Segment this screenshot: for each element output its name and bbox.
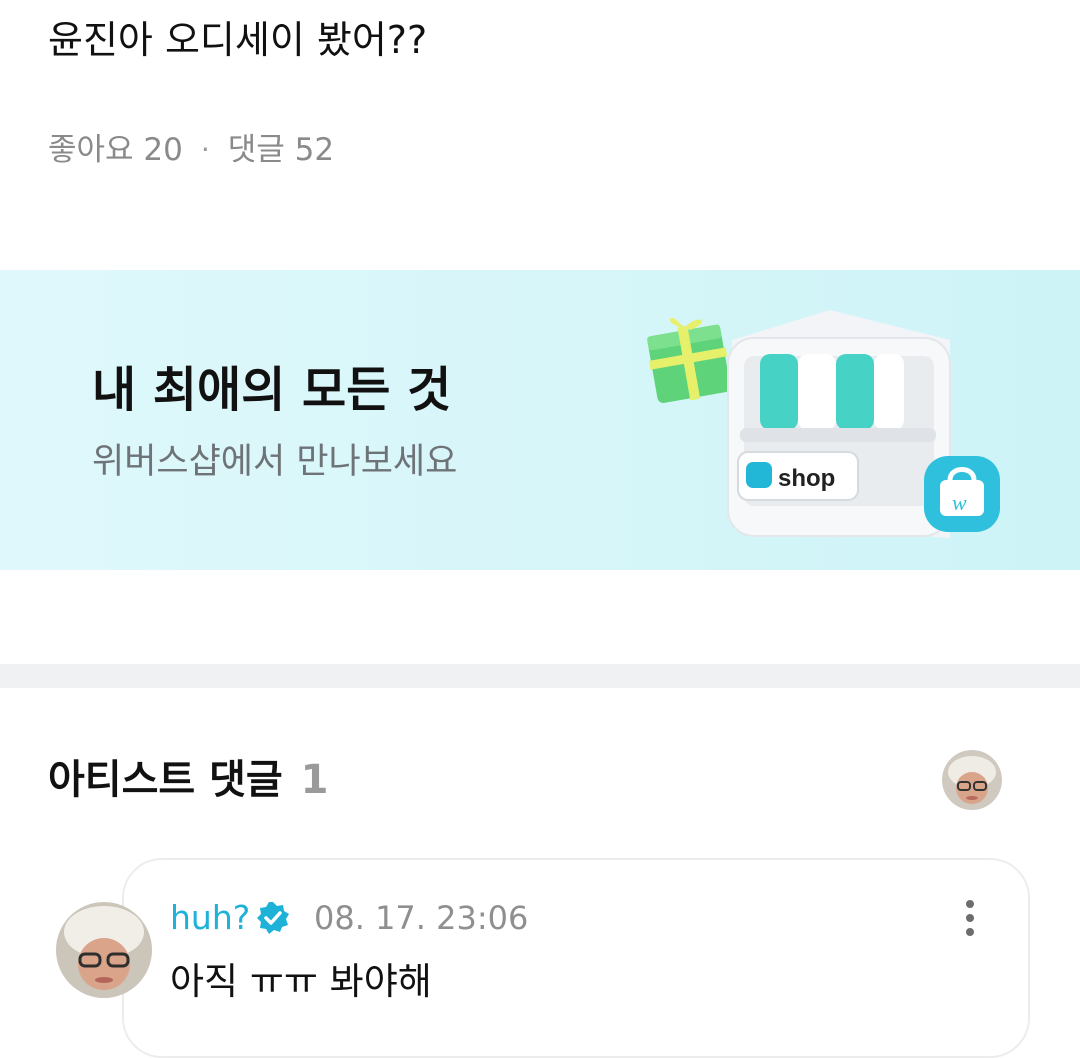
- artist-comments-count: 1: [300, 757, 329, 803]
- more-dot: [966, 928, 974, 936]
- weverse-bag-icon: w: [924, 456, 1000, 532]
- svg-text:w: w: [952, 490, 967, 515]
- comment-timestamp: 08. 17. 23:06: [314, 899, 529, 937]
- gift-icon: [647, 317, 731, 403]
- more-dot: [966, 900, 974, 908]
- comment-author[interactable]: huh?: [170, 896, 250, 940]
- comment-text: 아직 ㅠㅠ 봐야해: [170, 960, 432, 1003]
- svg-text:shop: shop: [778, 465, 835, 492]
- verified-badge-icon: [257, 902, 289, 934]
- shop-illustration: shop w: [647, 310, 1000, 538]
- banner-title: 내 최애의 모든 것: [92, 362, 452, 418]
- artist-comments-title: 아티스트 댓글: [48, 757, 283, 803]
- artist-comments-header: 아티스트 댓글 1: [48, 752, 329, 808]
- section-divider: [0, 664, 1080, 688]
- stats-separator: ·: [200, 133, 210, 166]
- banner-subtitle: 위버스샵에서 만나보세요: [92, 442, 458, 482]
- post-text: 윤진아 오디세이 봤어??: [48, 18, 428, 62]
- post-stats: 좋아요 20 · 댓글 52: [48, 128, 334, 172]
- shop-building-icon: shop: [727, 310, 951, 538]
- more-options-icon[interactable]: [952, 894, 988, 942]
- more-dot: [966, 914, 974, 922]
- weverse-shop-banner[interactable]: 내 최애의 모든 것 위버스샵에서 만나보세요 shop w: [0, 270, 1080, 570]
- artist-avatar[interactable]: [942, 750, 1002, 810]
- likes-count[interactable]: 좋아요 20: [48, 128, 183, 172]
- comment-avatar[interactable]: [56, 902, 152, 998]
- comments-count[interactable]: 댓글 52: [228, 128, 334, 172]
